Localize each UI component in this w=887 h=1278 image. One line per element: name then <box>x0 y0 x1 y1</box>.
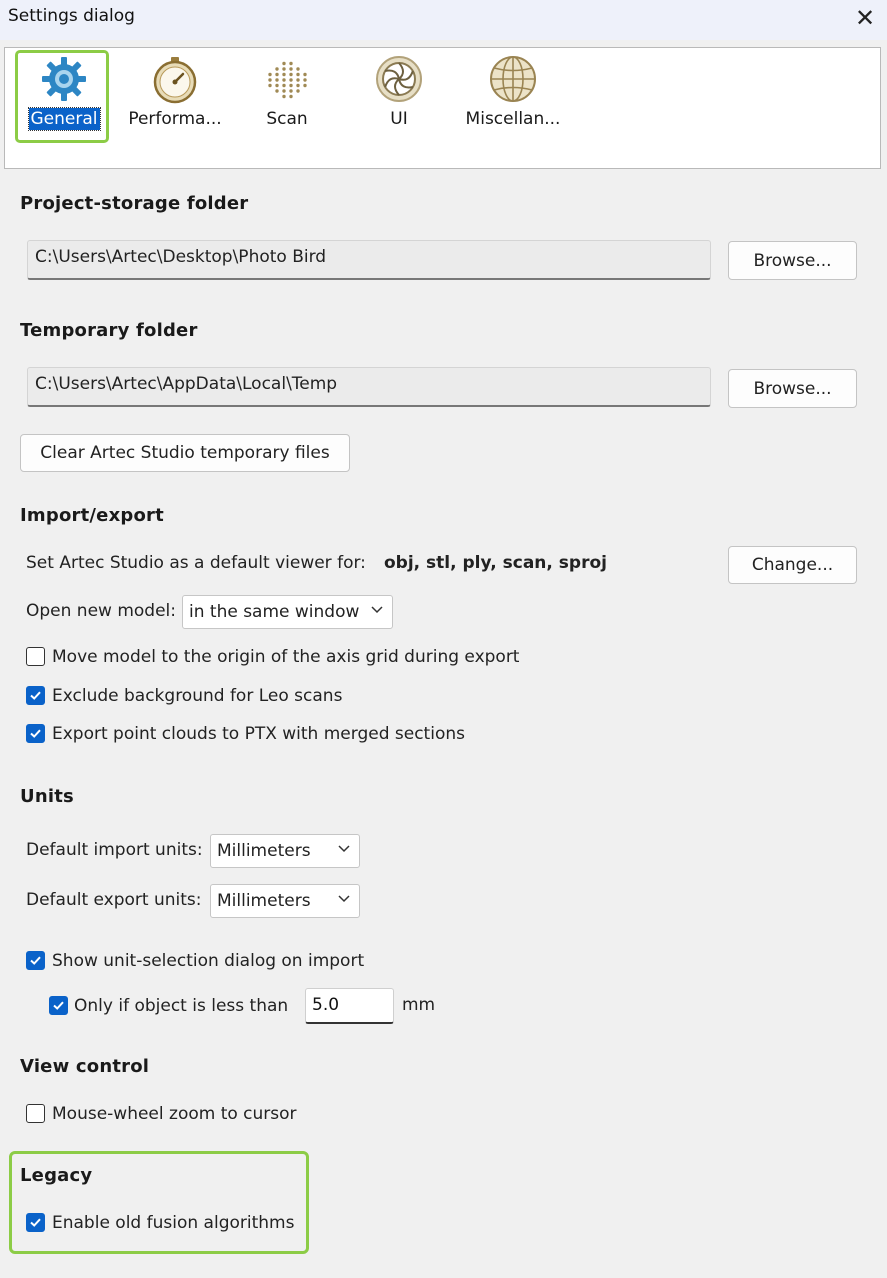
temporary-folder-heading: Temporary folder <box>20 320 198 341</box>
tab-scan-label: Scan <box>266 109 308 129</box>
chevron-down-icon <box>338 895 350 903</box>
checkmark-icon <box>30 956 41 965</box>
gear-icon <box>42 57 86 101</box>
import-export-heading: Import/export <box>20 505 164 526</box>
view-control-heading: View control <box>20 1056 150 1077</box>
size-threshold-input[interactable]: 5.0 <box>305 988 394 1024</box>
open-new-model-value: in the same window <box>189 602 360 622</box>
change-default-viewer-button[interactable]: Change... <box>728 546 857 584</box>
mouse-wheel-zoom-label: Mouse-wheel zoom to cursor <box>52 1104 297 1124</box>
tab-general[interactable]: General <box>21 48 107 170</box>
checkmark-icon <box>30 1218 41 1227</box>
only-if-smaller-label: Only if object is less than <box>74 996 289 1016</box>
default-export-units-select[interactable]: Millimeters <box>210 884 360 918</box>
checkmark-icon <box>53 1001 64 1010</box>
open-new-model-select[interactable]: in the same window <box>182 595 393 629</box>
checkmark-icon <box>30 729 41 738</box>
export-ptx-merged-label: Export point clouds to PTX with merged s… <box>52 724 465 744</box>
default-import-units-label: Default import units: <box>26 840 203 860</box>
settings-tab-bar: General Performa... Scan UI Miscellan... <box>4 47 881 169</box>
exclude-background-checkbox[interactable] <box>26 686 45 705</box>
legacy-heading: Legacy <box>20 1165 93 1186</box>
project-storage-heading: Project-storage folder <box>20 193 249 214</box>
default-import-units-select[interactable]: Millimeters <box>210 834 360 868</box>
window-title: Settings dialog <box>8 6 135 26</box>
tab-ui-label: UI <box>390 109 408 129</box>
title-bar: Settings dialog ✕ <box>0 0 887 40</box>
show-unit-dialog-label: Show unit-selection dialog on import <box>52 951 365 971</box>
checkmark-icon <box>30 691 41 700</box>
default-viewer-label: Set Artec Studio as a default viewer for… <box>26 553 366 573</box>
default-import-units-value: Millimeters <box>217 841 311 861</box>
exclude-background-label: Exclude background for Leo scans <box>52 686 343 706</box>
tab-ui[interactable]: UI <box>359 48 439 170</box>
move-to-origin-label: Move model to the origin of the axis gri… <box>52 647 520 667</box>
size-threshold-unit: mm <box>402 995 436 1015</box>
temporary-folder-path-field[interactable]: C:\Users\Artec\AppData\Local\Temp <box>27 367 711 407</box>
open-new-model-label: Open new model: <box>26 601 177 621</box>
chevron-down-icon <box>371 606 383 614</box>
dot-grid-icon <box>268 61 307 99</box>
temporary-folder-browse-button[interactable]: Browse... <box>728 369 857 408</box>
aperture-icon <box>376 56 422 102</box>
move-to-origin-checkbox[interactable] <box>26 647 45 666</box>
tab-performance[interactable]: Performa... <box>123 48 227 170</box>
tab-miscellaneous-label: Miscellan... <box>465 109 561 129</box>
globe-icon <box>490 56 536 102</box>
chevron-down-icon <box>338 845 350 853</box>
default-viewer-formats: obj, stl, ply, scan, sproj <box>384 553 607 573</box>
export-ptx-merged-checkbox[interactable] <box>26 724 45 743</box>
old-fusion-label: Enable old fusion algorithms <box>52 1213 295 1233</box>
close-icon[interactable]: ✕ <box>850 3 880 33</box>
project-storage-browse-button[interactable]: Browse... <box>728 241 857 280</box>
stopwatch-icon <box>153 57 197 104</box>
tab-miscellaneous[interactable]: Miscellan... <box>457 48 569 170</box>
only-if-smaller-checkbox[interactable] <box>49 996 68 1015</box>
tab-scan[interactable]: Scan <box>245 48 329 170</box>
default-export-units-value: Millimeters <box>217 891 311 911</box>
tab-performance-label: Performa... <box>128 109 222 129</box>
tab-general-label: General <box>27 107 101 131</box>
clear-temp-files-button[interactable]: Clear Artec Studio temporary files <box>20 434 350 472</box>
mouse-wheel-zoom-checkbox[interactable] <box>26 1104 45 1123</box>
default-export-units-label: Default export units: <box>26 890 202 910</box>
project-storage-path-field[interactable]: C:\Users\Artec\Desktop\Photo Bird <box>27 240 711 280</box>
show-unit-dialog-checkbox[interactable] <box>26 951 45 970</box>
old-fusion-checkbox[interactable] <box>26 1213 45 1232</box>
units-heading: Units <box>20 786 74 807</box>
